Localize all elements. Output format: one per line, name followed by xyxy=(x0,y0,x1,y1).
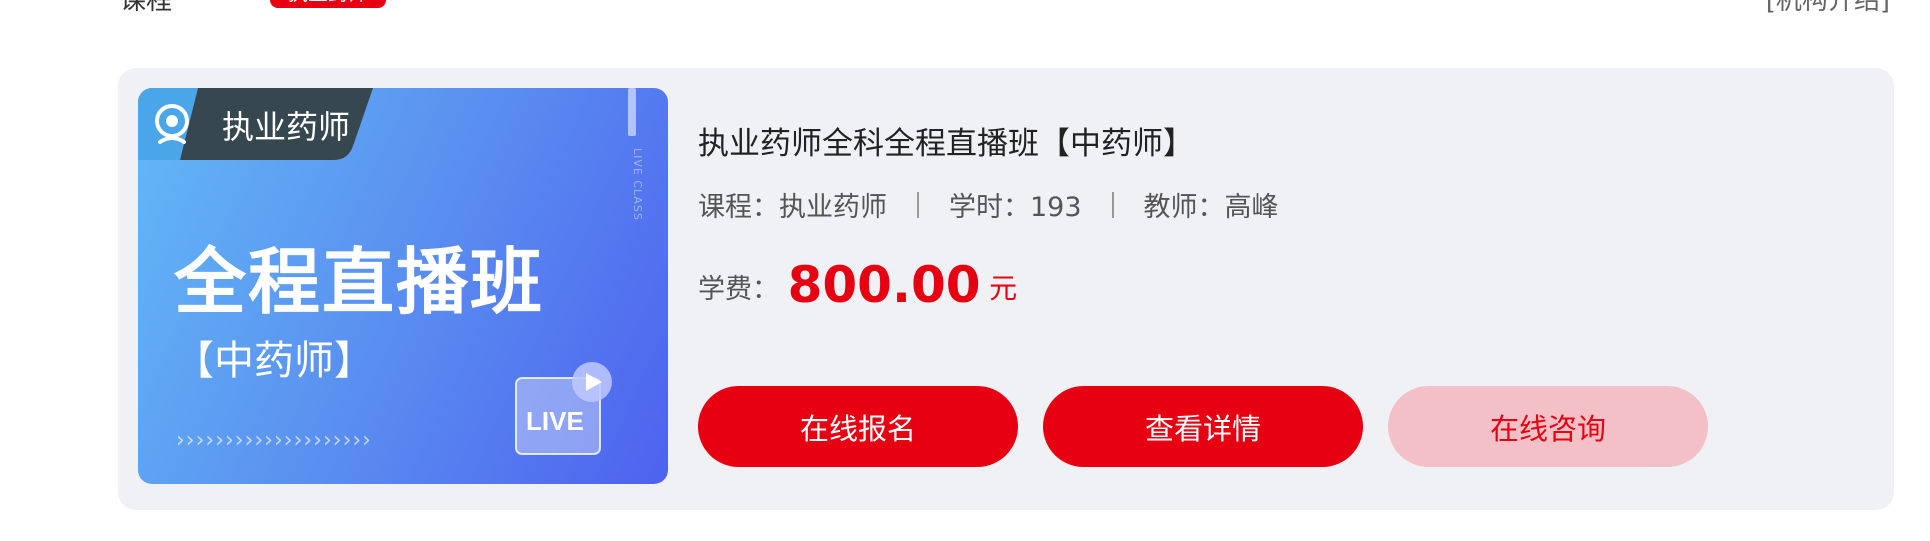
meta-course: 课程：执业药师 xyxy=(698,192,887,223)
enroll-button[interactable]: 在线报名 xyxy=(698,386,1018,467)
meta-hours: 学时：193 xyxy=(949,192,1082,223)
thumbnail-subtitle: 【中药师】 xyxy=(174,338,374,384)
live-play-icon: LIVE xyxy=(515,362,612,455)
top-right-link[interactable]: [机构介绍] xyxy=(1766,0,1890,17)
details-button[interactable]: 查看详情 xyxy=(1043,386,1363,467)
fee-amount: 800.00 xyxy=(787,256,981,314)
live-label: LIVE xyxy=(526,406,584,436)
meta-divider xyxy=(1111,191,1114,218)
course-fee: 学费： 800.00 元 xyxy=(698,256,1017,314)
top-category-badge[interactable]: 执业药师 xyxy=(270,0,386,8)
fee-unit: 元 xyxy=(989,272,1018,305)
course-thumbnail[interactable]: 执业药师 LIVE CLASS 全程直播班 【中药师】 ››››››››››››… xyxy=(138,88,668,484)
thumbnail-arrow-decor: ›››››››››››››››››››› xyxy=(176,428,372,453)
top-tab-text[interactable]: 课程 xyxy=(120,0,172,17)
meta-divider xyxy=(917,191,919,218)
consult-button[interactable]: 在线咨询 xyxy=(1388,386,1708,467)
thumbnail-tag-label: 执业药师 xyxy=(222,108,351,146)
fee-label: 学费： xyxy=(698,274,779,305)
thumbnail-title: 全程直播班 xyxy=(174,240,545,324)
thumbnail-decor-bar xyxy=(628,88,636,136)
meta-teacher: 教师：高峰 xyxy=(1143,192,1279,223)
webcam-icon xyxy=(155,104,189,144)
course-title[interactable]: 执业药师全科全程直播班【中药师】 xyxy=(698,118,1194,163)
course-meta: 课程：执业药师 学时：193 教师：高峰 xyxy=(698,185,1279,224)
course-card: 执业药师 LIVE CLASS 全程直播班 【中药师】 ››››››››››››… xyxy=(118,68,1894,510)
thumbnail-side-text: LIVE CLASS xyxy=(631,148,644,221)
